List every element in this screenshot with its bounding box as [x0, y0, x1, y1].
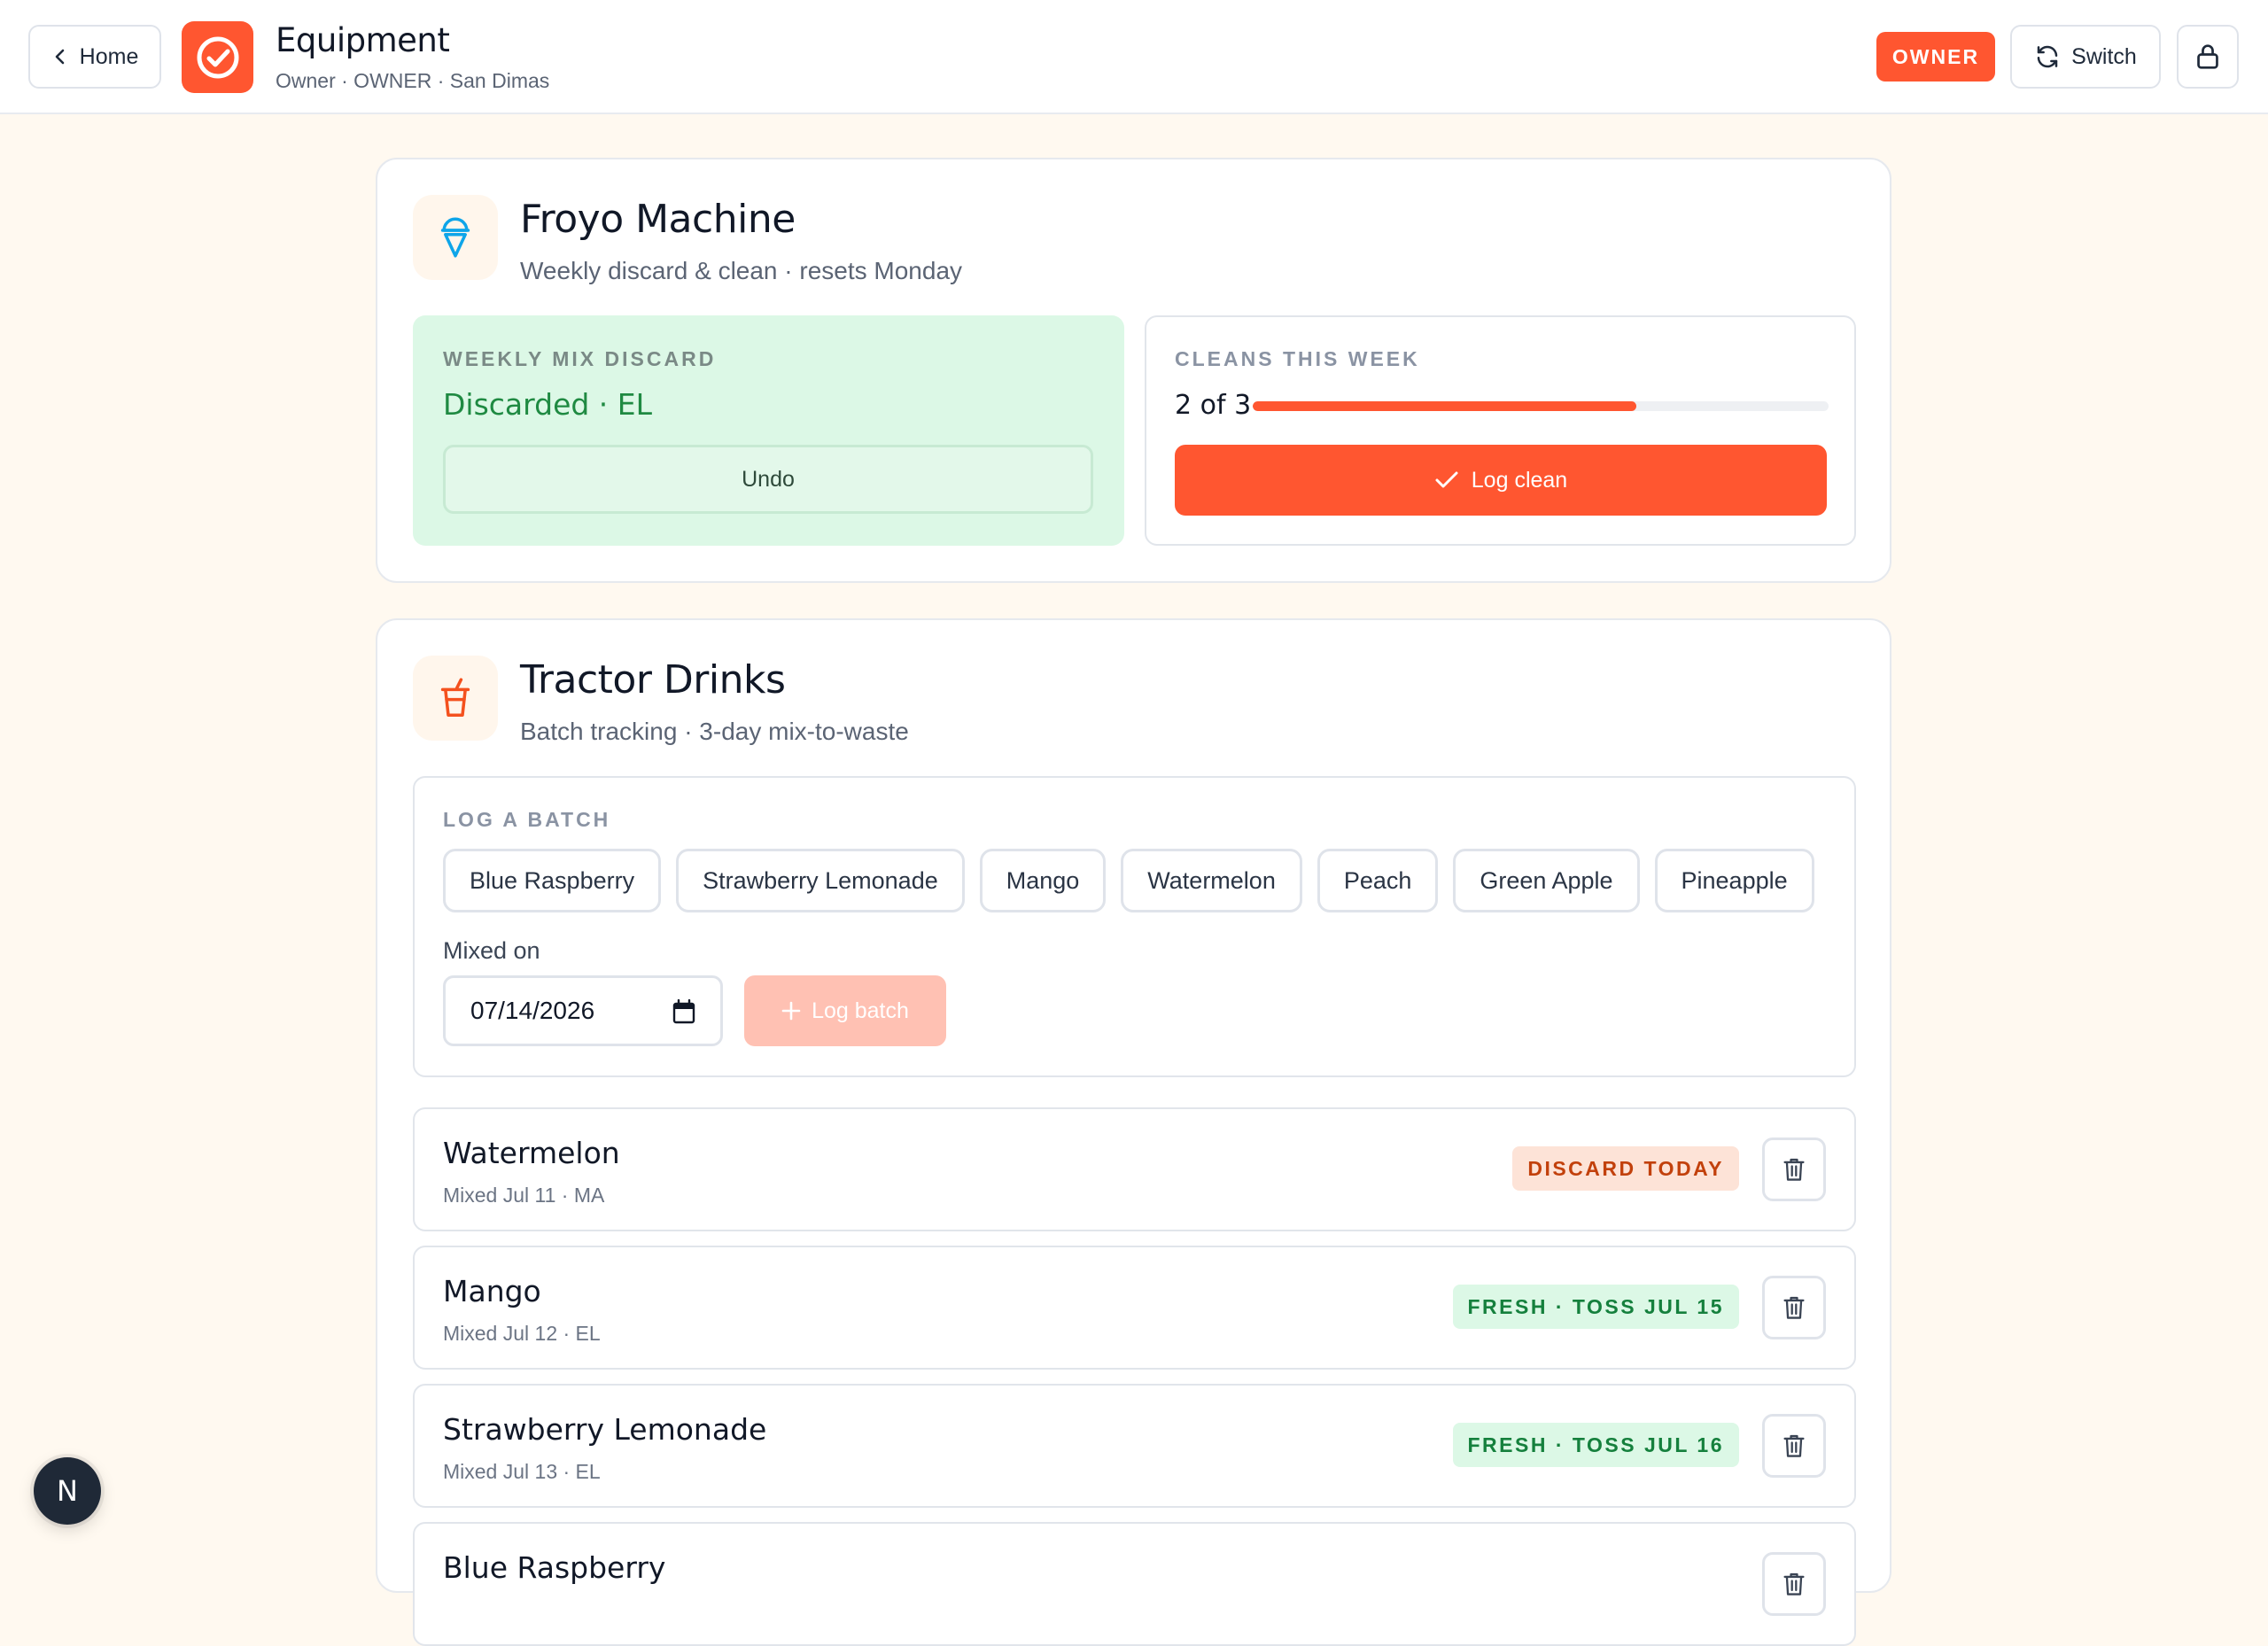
mixed-on-date-input[interactable]: 07/14/2026: [443, 975, 723, 1046]
flavor-chip[interactable]: Watermelon: [1121, 849, 1302, 912]
batch-name: Watermelon: [443, 1136, 620, 1170]
top-bar: Home Equipment Owner · OWNER · San Dimas…: [0, 0, 2268, 114]
cleans-label: CLEANS THIS WEEK: [1175, 347, 1420, 370]
batch-row: Strawberry Lemonade Mixed Jul 13 · EL FR…: [413, 1384, 1856, 1508]
discard-label: WEEKLY MIX DISCARD: [443, 347, 717, 370]
status-badge: FRESH · TOSS JUL 16: [1452, 1423, 1739, 1467]
page-title: Equipment: [276, 21, 450, 59]
cleans-count: 2 of 3: [1175, 390, 1252, 421]
delete-batch-button[interactable]: [1762, 1552, 1826, 1616]
home-button[interactable]: Home: [28, 25, 161, 89]
flavor-chip[interactable]: Mango: [979, 849, 1107, 912]
date-value: 07/14/2026: [470, 997, 595, 1024]
discard-status: Discarded · EL: [443, 387, 653, 422]
mixed-on-label: Mixed on: [443, 937, 540, 964]
froyo-title: Froyo Machine: [520, 197, 796, 242]
ice-cream-icon: [440, 217, 470, 258]
app-logo: [182, 21, 253, 93]
batch-meta: Mixed Jul 11 · MA: [443, 1184, 605, 1207]
check-circle-icon: [197, 36, 238, 78]
log-batch-panel: LOG A BATCH Blue Raspberry Strawberry Le…: [413, 776, 1856, 1077]
weekly-discard-panel: WEEKLY MIX DISCARD Discarded · EL Undo: [413, 315, 1124, 546]
trash-icon: [1783, 1434, 1805, 1457]
delete-batch-button[interactable]: [1762, 1276, 1826, 1339]
flavor-chip[interactable]: Strawberry Lemonade: [676, 849, 965, 912]
tractor-drinks-card: Tractor Drinks Batch tracking · 3-day mi…: [376, 618, 1891, 1646]
flavor-chip[interactable]: Blue Raspberry: [443, 849, 662, 912]
lock-button[interactable]: [2177, 25, 2239, 89]
froyo-icon-tile: [413, 195, 498, 280]
cleans-progress-bar: [1253, 401, 1829, 411]
dev-tools-button[interactable]: N: [34, 1457, 101, 1525]
delete-batch-button[interactable]: [1762, 1137, 1826, 1201]
cleans-progress-fill: [1253, 401, 1637, 411]
check-icon: [1435, 471, 1458, 488]
batch-name: Mango: [443, 1274, 541, 1308]
refresh-icon: [2037, 45, 2058, 68]
page-subtitle: Owner · OWNER · San Dimas: [276, 69, 550, 92]
tractor-subtitle: Batch tracking · 3-day mix-to-waste: [520, 718, 909, 745]
switch-button-label: Switch: [2071, 43, 2137, 69]
flavor-chip[interactable]: Peach: [1317, 849, 1439, 912]
tractor-title: Tractor Drinks: [520, 657, 786, 703]
tractor-icon-tile: [413, 656, 498, 741]
status-badge: FRESH · TOSS JUL 15: [1452, 1285, 1739, 1329]
log-batch-button[interactable]: Log batch: [744, 975, 946, 1046]
role-badge: OWNER: [1876, 32, 1995, 82]
flavor-chip[interactable]: Green Apple: [1453, 849, 1640, 912]
froyo-subtitle: Weekly discard & clean · resets Monday: [520, 257, 963, 284]
batch-name: Blue Raspberry: [443, 1550, 666, 1585]
home-button-label: Home: [79, 43, 139, 69]
flavor-chip[interactable]: Pineapple: [1654, 849, 1814, 912]
log-batch-button-label: Log batch: [812, 998, 909, 1023]
lock-icon: [2197, 44, 2218, 69]
batch-row: Mango Mixed Jul 12 · EL FRESH · TOSS JUL…: [413, 1246, 1856, 1370]
trash-icon: [1783, 1158, 1805, 1181]
froyo-machine-card: Froyo Machine Weekly discard & clean · r…: [376, 158, 1891, 583]
log-clean-button[interactable]: Log clean: [1175, 445, 1827, 516]
drink-cup-icon: [440, 678, 470, 717]
calendar-icon[interactable]: [672, 999, 695, 1024]
flavor-chips: Blue Raspberry Strawberry Lemonade Mango…: [443, 849, 1814, 912]
plus-icon: [781, 1001, 801, 1021]
status-badge: DISCARD TODAY: [1512, 1146, 1739, 1191]
delete-batch-button[interactable]: [1762, 1414, 1826, 1478]
undo-button[interactable]: Undo: [443, 445, 1093, 514]
trash-icon: [1783, 1572, 1805, 1596]
switch-button[interactable]: Switch: [2010, 25, 2161, 89]
batch-row: Watermelon Mixed Jul 11 · MA DISCARD TOD…: [413, 1107, 1856, 1231]
batch-meta: Mixed Jul 13 · EL: [443, 1460, 601, 1483]
batch-row: Blue Raspberry: [413, 1522, 1856, 1646]
chevron-left-icon: [55, 49, 64, 65]
batch-name: Strawberry Lemonade: [443, 1412, 767, 1447]
log-clean-label: Log clean: [1471, 467, 1568, 493]
batch-meta: Mixed Jul 12 · EL: [443, 1322, 601, 1345]
cleans-panel: CLEANS THIS WEEK 2 of 3 Log clean: [1145, 315, 1856, 546]
log-batch-label: LOG A BATCH: [443, 808, 611, 831]
trash-icon: [1783, 1296, 1805, 1319]
